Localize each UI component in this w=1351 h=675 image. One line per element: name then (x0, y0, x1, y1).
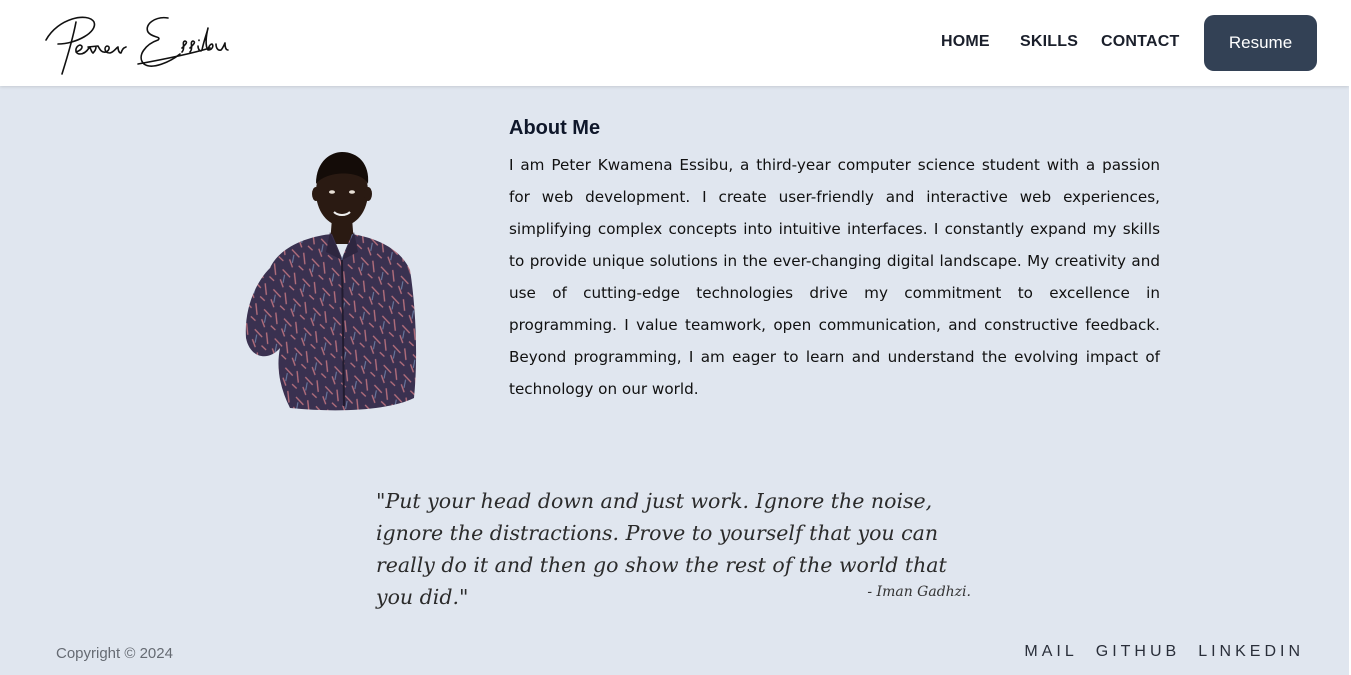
nav-home-link[interactable]: HOME (941, 33, 990, 51)
about-title: About Me (509, 117, 601, 139)
mail-link[interactable]: MAIL (1024, 643, 1077, 661)
quote-author: - Iman Gadhzi. (867, 584, 971, 600)
nav-contact-link[interactable]: CONTACT (1101, 33, 1179, 51)
profile-photo (245, 152, 417, 411)
nav-skills-link[interactable]: SKILLS (1020, 33, 1078, 51)
resume-button[interactable]: Resume (1204, 15, 1317, 71)
signature-logo[interactable] (40, 10, 235, 80)
navbar: HOME SKILLS CONTACT Resume (0, 0, 1349, 86)
footer-links: MAIL GITHUB LINKEDIN (1024, 643, 1304, 661)
copyright-text: Copyright © 2024 (56, 645, 173, 662)
about-text: I am Peter Kwamena Essibu, a third-year … (509, 156, 1160, 398)
linkedin-link[interactable]: LINKEDIN (1198, 643, 1304, 661)
github-link[interactable]: GITHUB (1096, 643, 1180, 661)
